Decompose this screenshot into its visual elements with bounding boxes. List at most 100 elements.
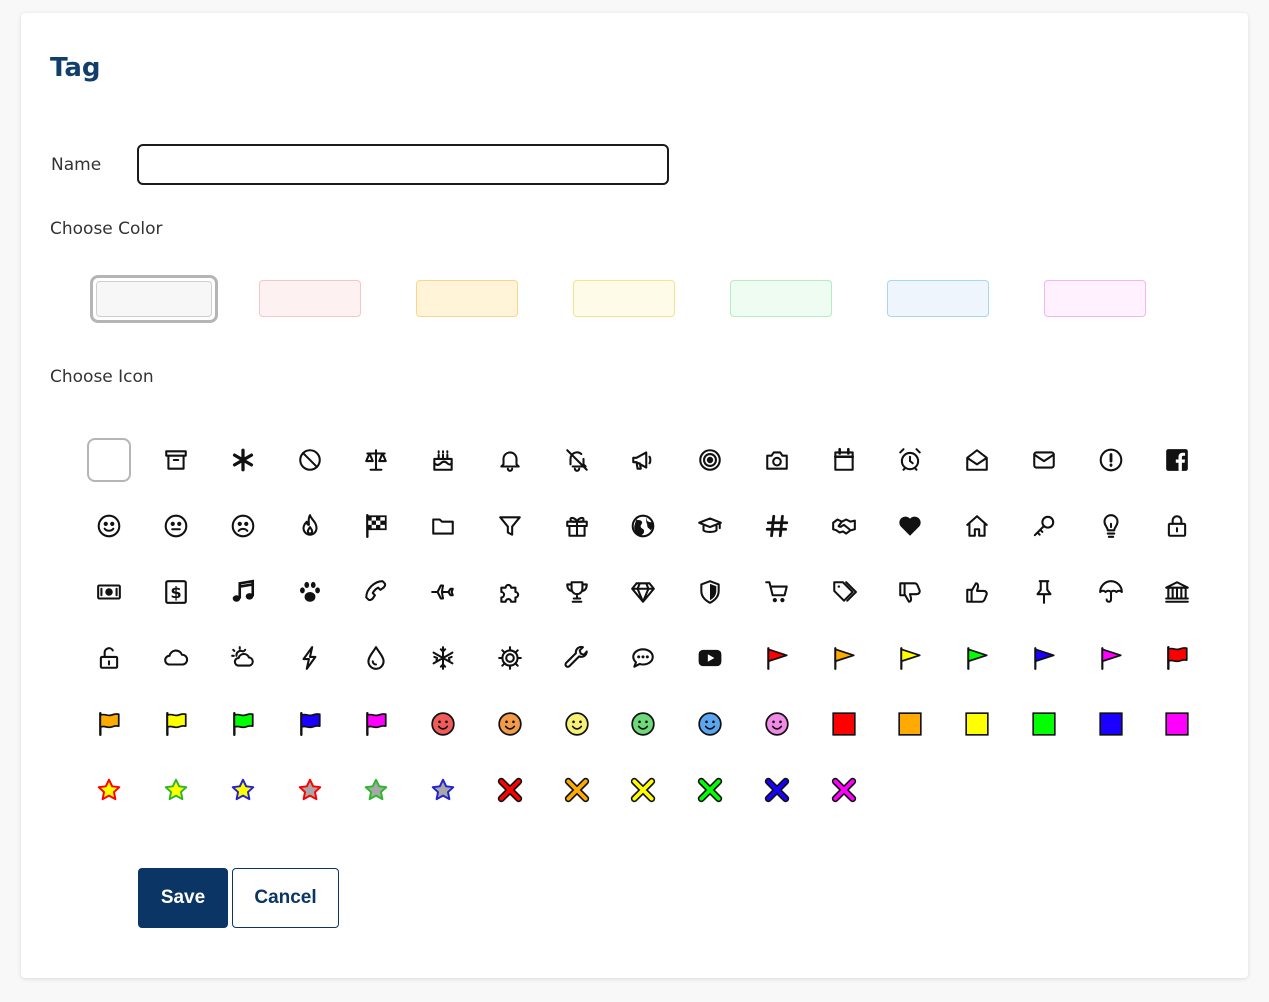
icon-option-shield[interactable] — [677, 559, 744, 625]
icon-option-plane[interactable] — [410, 559, 477, 625]
color-swatch-blue[interactable] — [887, 280, 989, 317]
icon-option-birthday-cake[interactable] — [410, 427, 477, 493]
color-swatch-orange[interactable] — [416, 280, 518, 317]
icon-option-flag-wave-red[interactable] — [1144, 625, 1211, 691]
icon-option-blank[interactable] — [76, 427, 143, 493]
name-input[interactable] — [137, 144, 669, 185]
icon-option-x-red[interactable] — [477, 757, 544, 823]
icon-option-folder[interactable] — [410, 493, 477, 559]
icon-option-cloud[interactable] — [143, 625, 210, 691]
icon-option-fire[interactable] — [276, 493, 343, 559]
icon-option-unlock[interactable] — [76, 625, 143, 691]
icon-option-globe[interactable] — [610, 493, 677, 559]
icon-option-star-gray-red[interactable] — [276, 757, 343, 823]
icon-option-star-red[interactable] — [76, 757, 143, 823]
icon-option-x-green[interactable] — [677, 757, 744, 823]
icon-option-x-yellow[interactable] — [610, 757, 677, 823]
icon-option-x-blue[interactable] — [744, 757, 811, 823]
icon-option-ban[interactable] — [276, 427, 343, 493]
icon-option-bell[interactable] — [477, 427, 544, 493]
icon-option-facebook[interactable] — [1144, 427, 1211, 493]
icon-option-thumbs-up[interactable] — [944, 559, 1011, 625]
icon-option-bank[interactable] — [1144, 559, 1211, 625]
icon-option-flag-orange[interactable] — [810, 625, 877, 691]
icon-option-paw[interactable] — [276, 559, 343, 625]
icon-option-tint[interactable] — [343, 625, 410, 691]
icon-option-meh[interactable] — [143, 493, 210, 559]
icon-option-tags[interactable] — [810, 559, 877, 625]
icon-option-envelope[interactable] — [1011, 427, 1078, 493]
icon-option-handshake[interactable] — [810, 493, 877, 559]
icon-option-star-gray-blue[interactable] — [410, 757, 477, 823]
icon-option-comment-dots[interactable] — [610, 625, 677, 691]
icon-option-money-bill[interactable] — [76, 559, 143, 625]
icon-option-calendar[interactable] — [810, 427, 877, 493]
icon-option-square-blue[interactable] — [1077, 691, 1144, 757]
icon-option-filter[interactable] — [477, 493, 544, 559]
icon-option-smile[interactable] — [76, 493, 143, 559]
icon-option-face-red[interactable] — [410, 691, 477, 757]
icon-option-flag-red[interactable] — [744, 625, 811, 691]
icon-option-flag-wave-yellow[interactable] — [143, 691, 210, 757]
icon-option-asterisk[interactable] — [210, 427, 277, 493]
icon-option-lightbulb[interactable] — [1077, 493, 1144, 559]
icon-option-bolt[interactable] — [276, 625, 343, 691]
icon-option-frown[interactable] — [210, 493, 277, 559]
color-swatch-yellow[interactable] — [573, 280, 675, 317]
icon-option-x-pink[interactable] — [810, 757, 877, 823]
icon-option-cog[interactable] — [477, 625, 544, 691]
icon-option-face-green[interactable] — [610, 691, 677, 757]
icon-option-square-orange[interactable] — [877, 691, 944, 757]
icon-option-puzzle-piece[interactable] — [477, 559, 544, 625]
icon-option-star-green[interactable] — [143, 757, 210, 823]
color-swatch-red[interactable] — [259, 280, 361, 317]
icon-option-trophy[interactable] — [543, 559, 610, 625]
icon-option-flag-blue[interactable] — [1011, 625, 1078, 691]
icon-option-square-pink[interactable] — [1144, 691, 1211, 757]
icon-option-star-gray-green[interactable] — [343, 757, 410, 823]
icon-option-thumbtack[interactable] — [1011, 559, 1078, 625]
save-button[interactable]: Save — [138, 868, 228, 928]
icon-option-shopping-cart[interactable] — [744, 559, 811, 625]
icon-option-archive[interactable] — [143, 427, 210, 493]
icon-option-thumbs-down[interactable] — [877, 559, 944, 625]
icon-option-flag-wave-green[interactable] — [210, 691, 277, 757]
icon-option-umbrella[interactable] — [1077, 559, 1144, 625]
icon-option-youtube[interactable] — [677, 625, 744, 691]
icon-option-bell-slash[interactable] — [543, 427, 610, 493]
icon-option-key[interactable] — [1011, 493, 1078, 559]
color-swatch-gray[interactable] — [90, 275, 218, 323]
icon-option-x-orange[interactable] — [543, 757, 610, 823]
icon-option-heart[interactable] — [877, 493, 944, 559]
icon-option-flag-green[interactable] — [944, 625, 1011, 691]
icon-option-flag-wave-pink[interactable] — [343, 691, 410, 757]
icon-option-face-yellow[interactable] — [543, 691, 610, 757]
icon-option-snowflake[interactable] — [410, 625, 477, 691]
icon-option-bullhorn[interactable] — [610, 427, 677, 493]
color-swatch-pink[interactable] — [1044, 280, 1146, 317]
icon-option-checkered-flag[interactable] — [343, 493, 410, 559]
icon-option-flag-wave-orange[interactable] — [76, 691, 143, 757]
icon-option-bullseye[interactable] — [677, 427, 744, 493]
icon-option-wrench[interactable] — [543, 625, 610, 691]
color-swatch-green[interactable] — [730, 280, 832, 317]
icon-option-square-yellow[interactable] — [944, 691, 1011, 757]
icon-option-flag-wave-blue[interactable] — [276, 691, 343, 757]
icon-option-face-pink[interactable] — [744, 691, 811, 757]
icon-option-alarm-clock[interactable] — [877, 427, 944, 493]
icon-option-lock[interactable] — [1144, 493, 1211, 559]
icon-option-gem[interactable] — [610, 559, 677, 625]
icon-option-scale[interactable] — [343, 427, 410, 493]
icon-option-graduation-cap[interactable] — [677, 493, 744, 559]
icon-option-camera[interactable] — [744, 427, 811, 493]
icon-option-star-blue[interactable] — [210, 757, 277, 823]
icon-option-gift[interactable] — [543, 493, 610, 559]
icon-option-home[interactable] — [944, 493, 1011, 559]
icon-option-face-blue[interactable] — [677, 691, 744, 757]
icon-option-music[interactable] — [210, 559, 277, 625]
cancel-button[interactable]: Cancel — [232, 868, 339, 928]
icon-option-flag-pink[interactable] — [1077, 625, 1144, 691]
icon-option-face-orange[interactable] — [477, 691, 544, 757]
icon-option-phone[interactable] — [343, 559, 410, 625]
icon-option-flag-yellow[interactable] — [877, 625, 944, 691]
